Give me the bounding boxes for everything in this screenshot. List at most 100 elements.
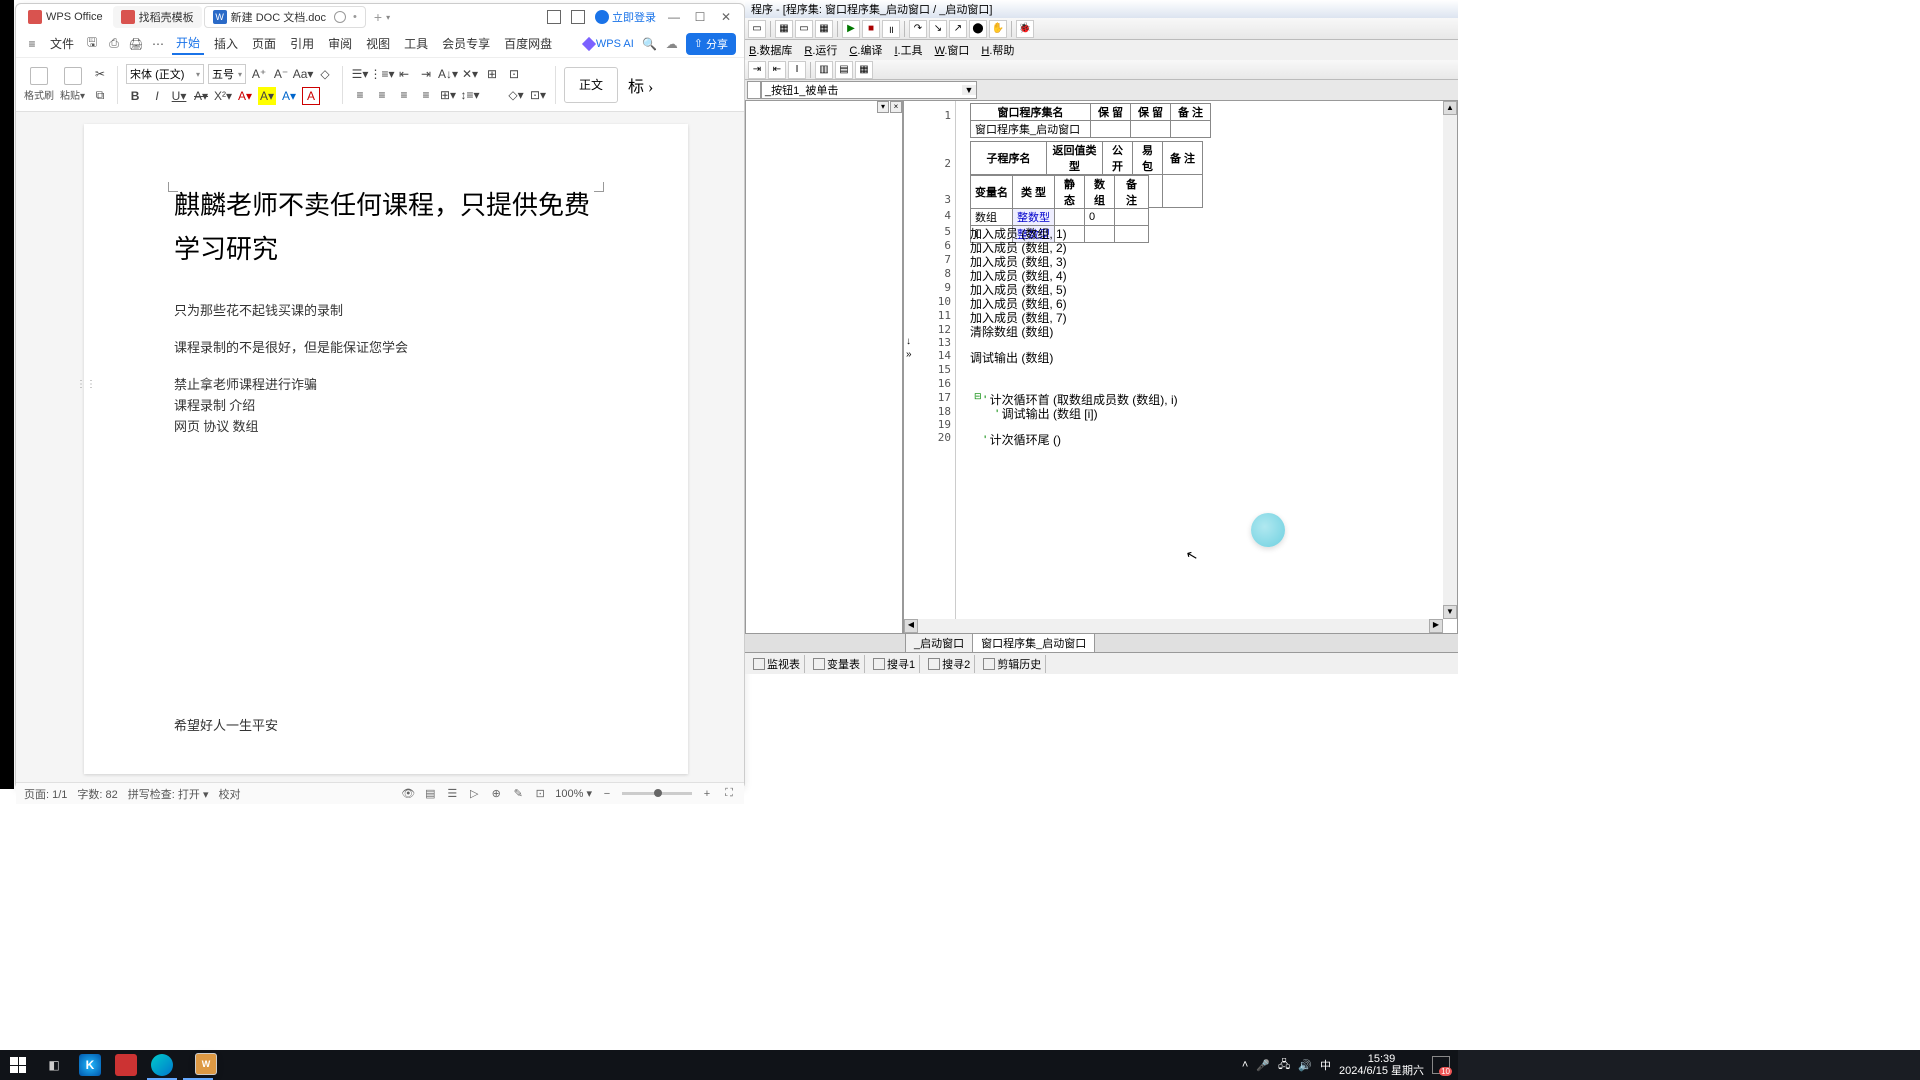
ide-clip-tab[interactable]: 剪辑历史 [979,655,1046,673]
tree-close-icon[interactable]: × [890,101,902,113]
task-app-pdf[interactable] [108,1050,144,1080]
style-heading[interactable]: 标 › [628,73,653,97]
ide-module-table[interactable]: 窗口程序集名保 留保 留备 注 窗口程序集_启动窗口 [970,103,1211,138]
menu-tool[interactable]: 工具 [400,33,432,54]
ide-combo-left[interactable] [747,81,761,99]
menu-tool[interactable]: I.工具 [894,42,922,58]
align-justify-button[interactable]: ≡ [417,86,435,104]
bullet-list-button[interactable]: ☰▾ [351,65,369,83]
doc-paragraph[interactable]: 希望好人一生平安 [174,715,598,734]
menu-hamburger-icon[interactable]: ≡ [24,36,40,52]
doc-title[interactable]: 麒麟老师不卖任何课程，只提供免费学习研究 [174,184,598,272]
ide-form-icon[interactable]: ▦ [775,20,793,38]
ide-vars-tab[interactable]: 变量表 [809,655,865,673]
td[interactable] [1171,121,1211,138]
task-app-k[interactable]: K [72,1050,108,1080]
zoom-out-button[interactable]: − [600,787,614,801]
pinyin-button[interactable]: ⊞ [483,65,501,83]
outline-icon[interactable]: ☰ [445,787,459,801]
sort-button[interactable]: A↓▾ [439,65,457,83]
scroll-down-icon[interactable]: ▼ [1443,605,1457,619]
line-spacing-button[interactable]: ↕≡▾ [461,86,479,104]
align-left-button[interactable]: ≡ [351,86,369,104]
wps-home-tab[interactable]: WPS Office [20,6,111,28]
menu-run[interactable]: R.运行 [804,42,837,58]
ide-layout2-icon[interactable]: ▤ [835,61,853,79]
ide-grid-icon[interactable]: ▦ [815,20,833,38]
tray-volume-icon[interactable]: 🔊 [1298,1059,1312,1072]
ide-tab-form[interactable]: _启动窗口 [905,633,973,652]
zoom-in-button[interactable]: + [700,787,714,801]
menu-page[interactable]: 页面 [248,33,280,54]
text-effect-button[interactable]: ✕▾ [461,65,479,83]
highlight-button[interactable]: A▾ [258,87,276,105]
enclose-button[interactable]: ⊡ [505,65,523,83]
ide-hscrollbar[interactable]: ◀▶ [904,619,1443,633]
td[interactable] [1055,209,1085,226]
ide-text-icon[interactable]: I [788,61,806,79]
menu-baidu[interactable]: 百度网盘 [500,33,556,54]
number-list-button[interactable]: ⋮≡▾ [373,65,391,83]
task-app-wps[interactable]: W [180,1050,216,1080]
td[interactable] [1091,121,1131,138]
eye-icon[interactable]: 👁 [401,787,415,801]
play-icon[interactable]: ▷ [467,787,481,801]
ide-indent-icon[interactable]: ⇥ [748,61,766,79]
pen-icon[interactable]: ✎ [511,787,525,801]
td[interactable] [1115,226,1149,243]
more-icon[interactable]: ⋯ [150,36,166,52]
doc-paragraph[interactable]: 禁止拿老师课程进行诈骗 [174,374,598,393]
taskview-button[interactable]: ◧ [36,1050,72,1080]
tray-ime[interactable]: 中 [1320,1057,1331,1073]
code-line[interactable]: ' 调试输出 (数组 [i]) [996,405,1098,422]
web-icon[interactable]: ⊕ [489,787,503,801]
status-page[interactable]: 页面: 1/1 [24,786,67,802]
tray-mic-icon[interactable]: 🎤 [1256,1059,1270,1072]
status-proof[interactable]: 校对 [218,786,240,802]
tray-network-icon[interactable]: 🖧 [1278,1056,1290,1075]
tray-chevron-icon[interactable]: ˄ [1242,1059,1248,1071]
window-split-icon[interactable] [571,10,585,24]
ide-step-out-icon[interactable]: ↗ [949,20,967,38]
task-app-edge[interactable] [144,1050,180,1080]
ide-hand-icon[interactable]: ✋ [989,20,1007,38]
italic-button[interactable]: I [148,87,166,105]
grow-font-button[interactable]: A⁺ [250,65,268,83]
ide-step-over-icon[interactable]: ↷ [909,20,927,38]
menu-compile[interactable]: C.编译 [849,42,882,58]
ide-new-icon[interactable]: ▭ [748,20,766,38]
ide-vscrollbar[interactable]: ▲▼ [1443,101,1457,619]
font-border-button[interactable]: A [302,87,320,105]
superscript-button[interactable]: X²▾ [214,87,232,105]
file-menu[interactable]: 文件 [46,33,78,54]
border-button[interactable]: ⊡▾ [529,86,547,104]
search-icon[interactable]: 🔍 [642,36,658,52]
tree-pin-icon[interactable]: ▾ [877,101,889,113]
code-line[interactable]: 清除数组 (数组) [970,323,1053,340]
menu-review[interactable]: 审阅 [324,33,356,54]
fold-icon[interactable]: ⊟ [974,391,983,400]
td[interactable] [1131,121,1171,138]
doc-paragraph[interactable]: 课程录制的不是很好，但是能保证您学会 [174,337,598,356]
menu-start[interactable]: 开始 [172,32,204,55]
decrease-indent-button[interactable]: ⇤ [395,65,413,83]
cloud-sync-icon[interactable]: ☁ [666,37,678,51]
status-words[interactable]: 字数: 82 [77,786,117,802]
wps-ai-button[interactable]: WPS AI [584,38,634,50]
bold-button[interactable]: B [126,87,144,105]
align-center-button[interactable]: ≡ [373,86,391,104]
ide-search1-tab[interactable]: 搜寻1 [869,655,920,673]
ide-layout1-icon[interactable]: ▥ [815,61,833,79]
td[interactable]: 0 [1085,209,1115,226]
ide-layout3-icon[interactable]: ▦ [855,61,873,79]
paste-button[interactable]: 粘贴▾ [60,67,85,102]
tab-pin-icon[interactable] [334,11,346,23]
zoom-value[interactable]: 100% ▾ [555,787,592,800]
breakpoint-icon[interactable]: » [906,349,912,360]
td[interactable]: 数组 [971,209,1013,226]
fullscreen-icon[interactable]: ⛶ [722,787,736,801]
strike-button[interactable]: A▾ [192,87,210,105]
menu-help[interactable]: H.帮助 [981,42,1014,58]
ide-run-button[interactable]: ▶ [842,20,860,38]
menu-view[interactable]: 视图 [362,33,394,54]
